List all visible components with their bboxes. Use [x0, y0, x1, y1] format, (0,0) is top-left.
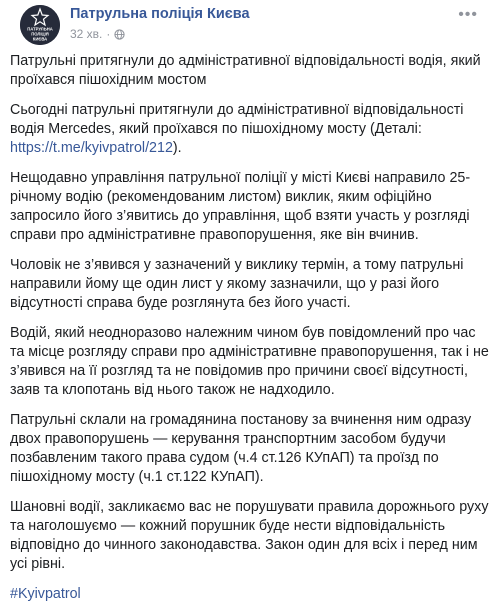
- post-paragraph-appeal: Шановні водії, закликаємо вас не порушув…: [10, 499, 489, 572]
- page-name-link[interactable]: Патрульна поліція Києва: [70, 6, 250, 22]
- post-paragraph-absence: Чоловік не з’явився у зазначений у викли…: [10, 257, 464, 311]
- hashtag-link[interactable]: #Kyivpatrol: [10, 586, 81, 602]
- details-text: Сьогодні патрульні притягнули до адмініс…: [10, 102, 464, 137]
- facebook-post: ПАТРУЛЬНА ПОЛІЦІЯ КИЄВА Патрульна поліці…: [0, 0, 500, 602]
- logo-line-3: КИЄВА: [33, 37, 47, 42]
- post-paragraph-headline: Патрульні притягнули до адміністративної…: [10, 53, 481, 88]
- post-meta: 32 хв. ·: [70, 27, 126, 41]
- police-logo-icon: ПАТРУЛЬНА ПОЛІЦІЯ КИЄВА: [20, 5, 60, 45]
- post-paragraph-details: Сьогодні патрульні притягнули до адмініс…: [10, 101, 490, 158]
- post-paragraph-hashtag: #Kyivpatrol: [10, 585, 490, 604]
- post-body: Патрульні притягнули до адміністративної…: [10, 52, 490, 604]
- avatar[interactable]: ПАТРУЛЬНА ПОЛІЦІЯ КИЄВА: [20, 5, 60, 45]
- post-paragraph-resolution: Патрульні склали на громадянина постанов…: [10, 412, 472, 485]
- timestamp-link[interactable]: 32 хв.: [70, 27, 102, 41]
- telegram-link[interactable]: https://t.me/kyivpatrol/212: [10, 140, 173, 156]
- post-paragraph-summons: Нещодавно управління патрульної поліції …: [10, 170, 471, 243]
- more-icon[interactable]: •••: [458, 6, 478, 24]
- post-header: ПАТРУЛЬНА ПОЛІЦІЯ КИЄВА Патрульна поліці…: [10, 0, 490, 52]
- details-text-end: ).: [172, 140, 182, 156]
- post-paragraph-notified: Водій, який неодноразово належним чином …: [10, 325, 489, 398]
- globe-icon[interactable]: [114, 28, 126, 40]
